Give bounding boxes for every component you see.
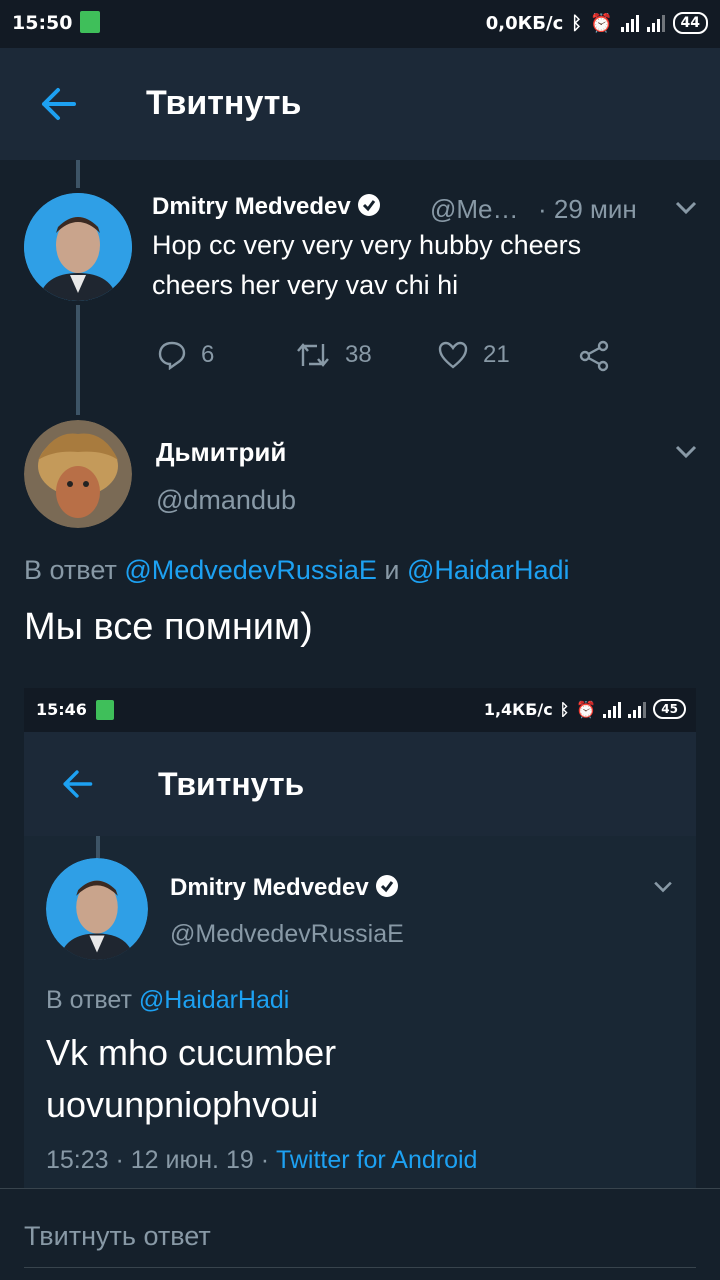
reply-button[interactable]: 6 — [157, 340, 214, 370]
retweet-button[interactable]: 38 — [295, 340, 372, 370]
network-speed: 0,0КБ/с — [485, 12, 564, 34]
page-title: Твитнуть — [146, 84, 302, 122]
embedded-page-title: Твитнуть — [158, 766, 305, 802]
embedded-status-right: 1,4КБ/с ᛒ ⏰ 45 — [484, 699, 686, 719]
embedded-tweet-text-2: uovunpniophvoui — [46, 1084, 319, 1125]
reply-tweet-text: Мы все помним) — [24, 606, 313, 648]
chevron-down-icon — [654, 881, 672, 893]
chevron-down-icon[interactable] — [674, 200, 698, 216]
parent-author-name[interactable]: Dmitry Medvedev — [152, 193, 381, 221]
embedded-status-bar: 15:46 1,4КБ/с ᛒ ⏰ 45 — [24, 688, 696, 732]
dmandub-avatar[interactable] — [24, 420, 132, 528]
back-arrow-icon[interactable] — [38, 86, 78, 122]
embedded-author-handle: @MedvedevRussiaE — [170, 920, 404, 948]
embedded-reply-prefix: В ответ — [46, 986, 132, 1014]
retweet-count: 38 — [345, 341, 372, 368]
embedded-medvedev-avatar — [46, 858, 148, 960]
chevron-down-icon[interactable] — [674, 444, 698, 460]
3g-signal-icon — [646, 14, 665, 32]
mention-haidarhadi[interactable]: @HaidarHadi — [407, 555, 569, 585]
battery-icon: 45 — [653, 699, 686, 719]
parent-author-handle[interactable]: @Me… — [430, 194, 519, 225]
bluetooth-icon: ᛒ — [571, 12, 583, 34]
bluetooth-icon: ᛒ — [559, 699, 570, 719]
embedded-tweet-text-1: Vk mho cucumber — [46, 1032, 337, 1073]
embedded-top-bar: Твитнуть — [24, 732, 696, 836]
lte-signal-icon — [603, 700, 622, 718]
reply-context: В ответ @MedvedevRussiaE и @HaidarHadi — [24, 555, 569, 586]
back-arrow-icon — [63, 770, 93, 798]
reply-author-handle[interactable]: @dmandub — [156, 485, 296, 516]
embedded-author-name: Dmitry Medvedev — [170, 874, 399, 902]
verified-icon — [357, 194, 380, 216]
thread-line-middle — [76, 305, 80, 415]
embedded-mention-haidarhadi: @HaidarHadi — [138, 986, 290, 1014]
parent-tweet-text-1: Hop cc very very very hubby cheers — [152, 230, 582, 260]
embedded-tweet-source: Twitter for Android — [275, 1146, 478, 1174]
battery-icon: 44 — [672, 12, 708, 34]
reply-compose-input[interactable]: Твитнуть ответ — [24, 1221, 211, 1252]
parent-tweet-time: · 29 мин — [538, 194, 637, 224]
reply-icon — [158, 341, 186, 370]
embedded-author-name-text: Dmitry Medvedev — [170, 874, 369, 901]
like-button[interactable]: 21 — [437, 340, 510, 370]
reply-prefix: В ответ — [24, 555, 117, 585]
reply-compose-bar[interactable]: Твитнуть ответ — [0, 1188, 720, 1280]
parent-tweet-text-2: cheers her very vav chi hi — [152, 270, 459, 300]
embedded-tweet-datetime: 15:23 · 12 июн. 19 · — [46, 1146, 270, 1174]
embedded-network-speed: 1,4КБ/с — [483, 699, 553, 719]
retweet-icon — [297, 343, 329, 367]
top-app-bar: Твитнуть — [0, 48, 720, 160]
embedded-screenshot[interactable]: 15:46 1,4КБ/с ᛒ ⏰ 45 Твитнуть Dmitry Med… — [24, 688, 696, 1208]
like-count: 21 — [483, 341, 510, 368]
medvedev-avatar[interactable] — [24, 193, 132, 301]
heart-icon — [438, 341, 468, 369]
parent-author-name-text: Dmitry Medvedev — [152, 193, 351, 220]
status-time: 15:50 — [12, 12, 73, 34]
embedded-reply-context: В ответ @HaidarHadi — [46, 986, 289, 1015]
reply-count: 6 — [201, 341, 215, 368]
embedded-thread-line — [96, 836, 100, 858]
lte-signal-icon — [620, 14, 639, 32]
thread-line-top — [76, 160, 80, 188]
reply-author-name[interactable]: Дьмитрий — [156, 437, 286, 468]
status-right: 0,0КБ/с ᛒ ⏰ 44 — [486, 12, 708, 34]
alarm-off-icon: ⏰ — [576, 699, 597, 719]
status-bar: 15:50 0,0КБ/с ᛒ ⏰ 44 — [0, 0, 720, 48]
share-icon — [579, 340, 609, 372]
and-word: и — [384, 555, 400, 585]
alarm-off-icon: ⏰ — [590, 12, 613, 34]
mention-medvedev[interactable]: @MedvedevRussiaE — [124, 555, 377, 585]
sim-icon — [80, 11, 100, 33]
embedded-tweet-meta: 15:23 · 12 июн. 19 · Twitter for Android — [46, 1146, 477, 1175]
verified-icon — [375, 875, 398, 897]
embedded-status-time: 15:46 — [36, 700, 87, 719]
share-button[interactable] — [578, 340, 610, 372]
compose-underline — [24, 1267, 696, 1268]
embedded-sim-icon — [96, 700, 114, 720]
3g-signal-icon — [628, 700, 647, 718]
